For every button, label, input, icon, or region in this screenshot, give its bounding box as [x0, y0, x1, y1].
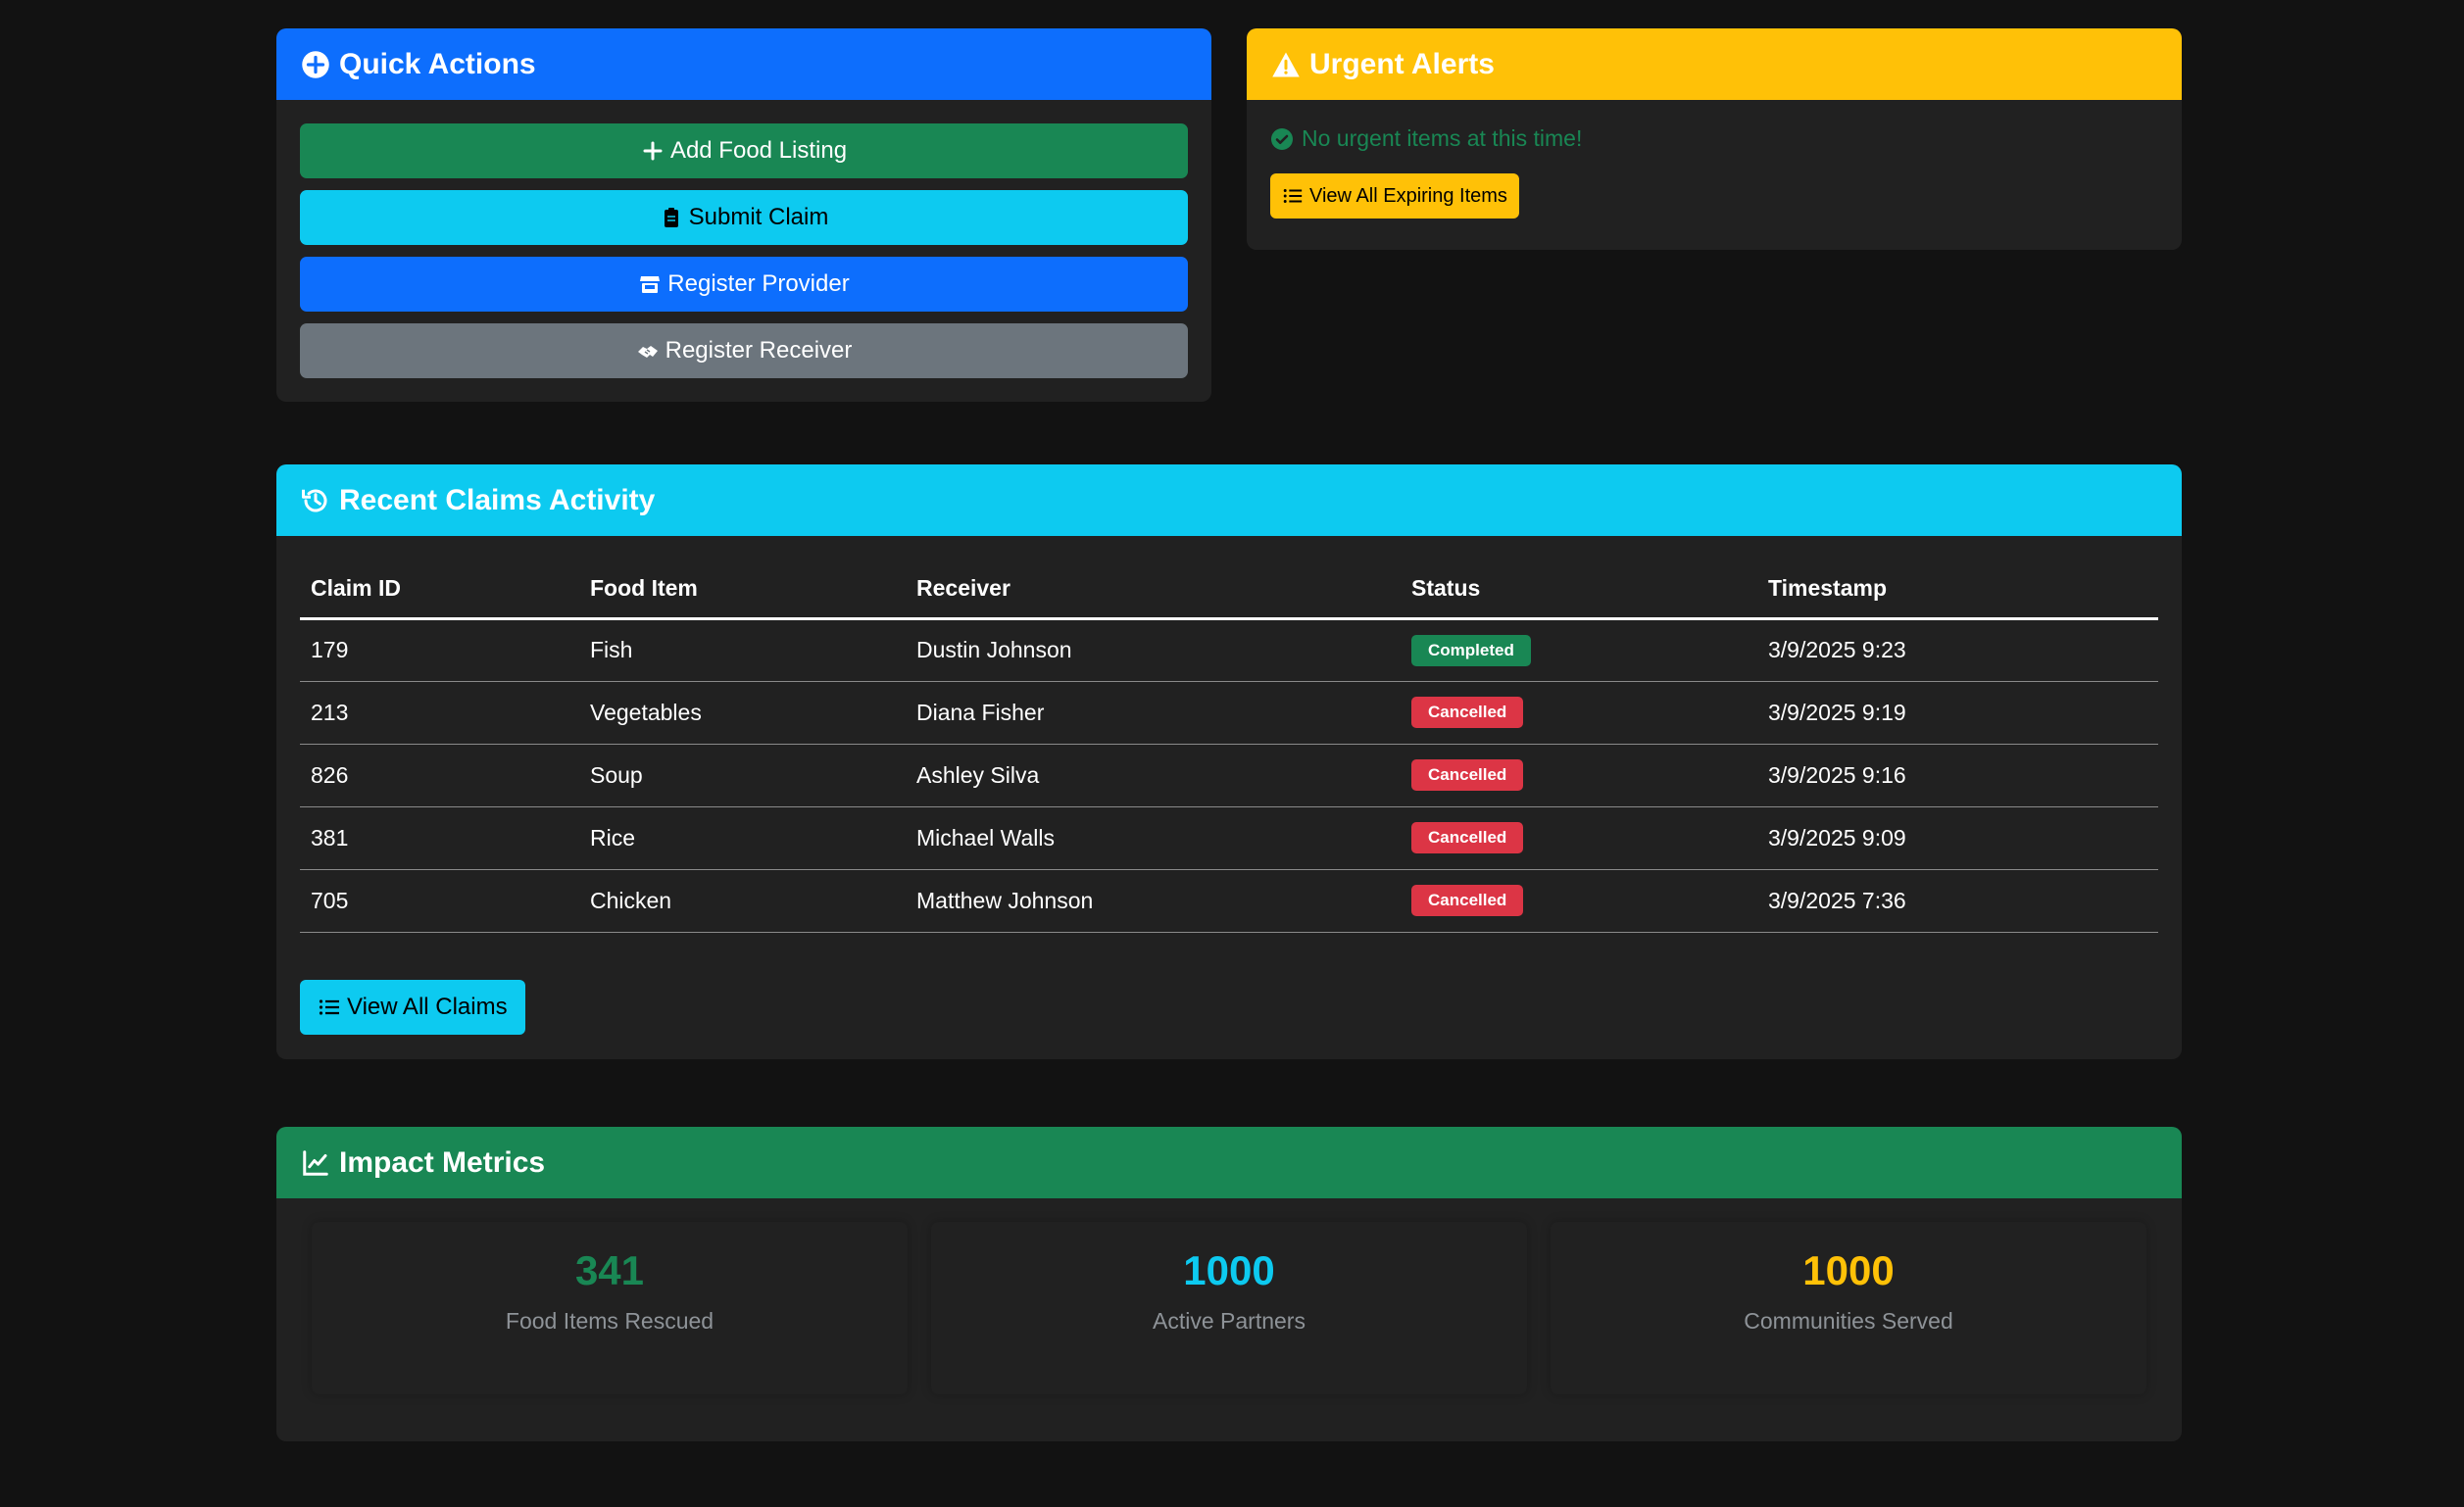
food-item: Rice	[579, 806, 906, 870]
metric-value: 341	[574, 1247, 645, 1293]
receiver: Matthew Johnson	[906, 869, 1401, 933]
history-icon	[300, 485, 331, 516]
urgent-alerts-title: Urgent Alerts	[1309, 47, 1495, 80]
col-header-receiver: Receiver	[906, 559, 1401, 620]
claims-table-header: Claim ID Food Item Receiver Status Times…	[300, 559, 2158, 620]
no-urgent-message: No urgent items at this time!	[1270, 125, 2158, 152]
no-urgent-text: No urgent items at this time!	[1302, 125, 1583, 151]
metric-food-rescued: 341 Food Items Rescued	[312, 1222, 908, 1394]
quick-actions-header: Quick Actions	[276, 28, 1211, 100]
register-provider-button[interactable]: Register Provider	[300, 257, 1188, 312]
status-cell: Completed	[1401, 618, 1757, 682]
status-badge: Cancelled	[1411, 697, 1524, 728]
warning-icon	[1270, 49, 1302, 80]
impact-metrics-header: Impact Metrics	[276, 1127, 2182, 1198]
recent-claims-header: Recent Claims Activity	[276, 464, 2182, 536]
receiver: Dustin Johnson	[906, 618, 1401, 682]
table-row: 381 Rice Michael Walls Cancelled 3/9/202…	[300, 806, 2158, 870]
status-cell: Cancelled	[1401, 744, 1757, 807]
receiver: Ashley Silva	[906, 744, 1401, 807]
status-cell: Cancelled	[1401, 681, 1757, 745]
line-chart-icon	[300, 1147, 331, 1179]
status-cell: Cancelled	[1401, 869, 1757, 933]
plus-circle-icon	[300, 49, 331, 80]
table-row: 179 Fish Dustin Johnson Completed 3/9/20…	[300, 618, 2158, 682]
food-item: Fish	[579, 618, 906, 682]
status-badge: Completed	[1411, 634, 1531, 666]
food-item: Vegetables	[579, 681, 906, 745]
timestamp: 3/9/2025 7:36	[1757, 869, 2158, 933]
add-food-listing-button[interactable]: Add Food Listing	[300, 123, 1188, 178]
store-icon	[640, 276, 661, 293]
check-circle-icon	[1271, 127, 1293, 150]
status-cell: Cancelled	[1401, 806, 1757, 870]
clipboard-icon	[664, 208, 678, 227]
timestamp: 3/9/2025 9:19	[1757, 681, 2158, 745]
register-provider-label: Register Provider	[667, 270, 850, 297]
timestamp: 3/9/2025 9:23	[1757, 618, 2158, 682]
metric-label: Active Partners	[1153, 1308, 1306, 1334]
urgent-alerts-header: Urgent Alerts	[1247, 28, 2182, 100]
add-food-listing-label: Add Food Listing	[669, 137, 848, 164]
impact-metrics-title: Impact Metrics	[339, 1145, 546, 1179]
col-header-claim-id: Claim ID	[300, 559, 579, 620]
status-badge: Cancelled	[1411, 759, 1524, 791]
table-row: 705 Chicken Matthew Johnson Cancelled 3/…	[300, 869, 2158, 933]
timestamp: 3/9/2025 9:09	[1757, 806, 2158, 870]
submit-claim-button[interactable]: Submit Claim	[300, 190, 1188, 245]
col-header-timestamp: Timestamp	[1757, 559, 2158, 620]
claim-id: 179	[300, 618, 579, 682]
plus-icon	[643, 141, 663, 161]
status-badge: Cancelled	[1411, 885, 1524, 916]
metric-label: Communities Served	[1744, 1308, 1953, 1334]
metric-communities-served: 1000 Communities Served	[1551, 1222, 2146, 1394]
recent-claims-title: Recent Claims Activity	[339, 483, 656, 516]
quick-actions-card: Quick Actions Add Food Listing Submit Cl…	[276, 28, 1211, 402]
urgent-alerts-card: Urgent Alerts No urgent items at this ti…	[1247, 28, 2182, 250]
list-icon	[1283, 189, 1303, 203]
col-header-food-item: Food Item	[579, 559, 906, 620]
quick-actions-title: Quick Actions	[339, 47, 536, 80]
view-all-claims-button[interactable]: View All Claims	[300, 979, 525, 1035]
food-item: Soup	[579, 744, 906, 807]
metric-label: Food Items Rescued	[505, 1308, 715, 1334]
register-receiver-button[interactable]: Register Receiver	[300, 323, 1188, 378]
claim-id: 213	[300, 681, 579, 745]
table-row: 826 Soup Ashley Silva Cancelled 3/9/2025…	[300, 744, 2158, 807]
claim-id: 705	[300, 869, 579, 933]
status-badge: Cancelled	[1411, 822, 1524, 853]
impact-metrics-card: Impact Metrics 341 Food Items Rescued 10…	[276, 1127, 2182, 1441]
timestamp: 3/9/2025 9:16	[1757, 744, 2158, 807]
claims-table: Claim ID Food Item Receiver Status Times…	[300, 559, 2158, 933]
view-all-expiring-button[interactable]: View All Expiring Items	[1270, 173, 1519, 219]
metric-value: 1000	[1802, 1247, 1895, 1293]
view-all-expiring-label: View All Expiring Items	[1309, 184, 1507, 207]
register-receiver-label: Register Receiver	[665, 337, 853, 364]
view-all-claims-label: View All Claims	[347, 993, 508, 1020]
table-row: 213 Vegetables Diana Fisher Cancelled 3/…	[300, 681, 2158, 745]
food-item: Chicken	[579, 869, 906, 933]
claim-id: 381	[300, 806, 579, 870]
col-header-status: Status	[1401, 559, 1757, 620]
list-icon	[319, 998, 339, 1015]
recent-claims-card: Recent Claims Activity Claim ID Food Ite…	[276, 464, 2182, 1059]
submit-claim-label: Submit Claim	[688, 204, 829, 230]
handshake-icon	[637, 346, 658, 358]
metric-value: 1000	[1183, 1247, 1275, 1293]
receiver: Michael Walls	[906, 806, 1401, 870]
claim-id: 826	[300, 744, 579, 807]
receiver: Diana Fisher	[906, 681, 1401, 745]
metric-active-partners: 1000 Active Partners	[931, 1222, 1527, 1394]
